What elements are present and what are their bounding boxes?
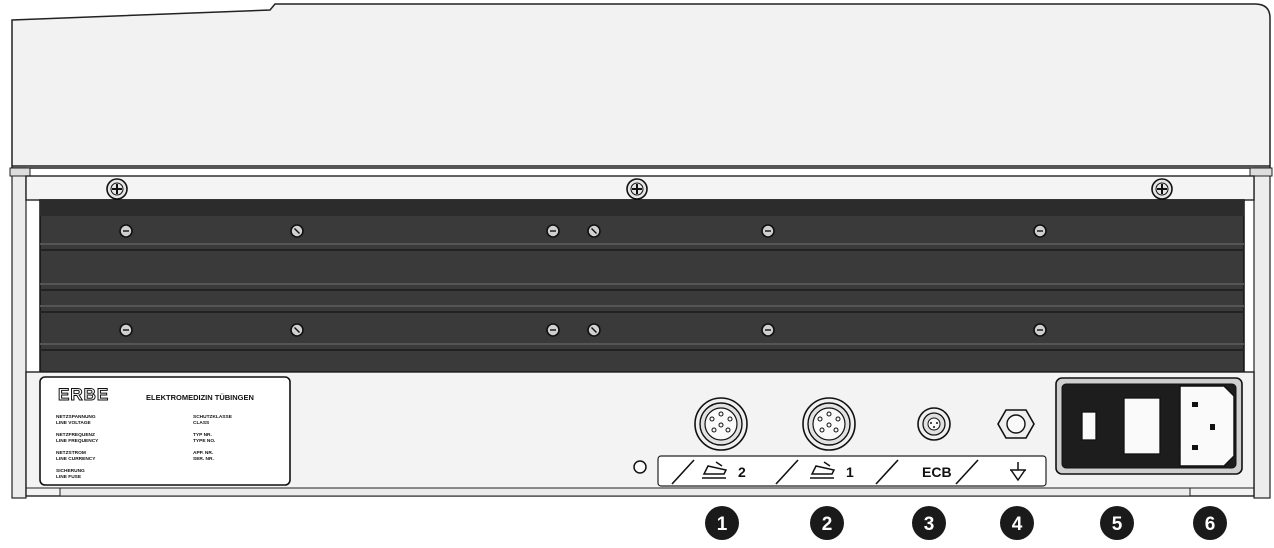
bolt-icon [1033, 323, 1047, 337]
label-line-frequency-de: NETZFREQUENZ [56, 432, 95, 438]
bolt-icon [119, 224, 133, 238]
label-serial-en: SER. NR. [193, 456, 214, 462]
phillips-screw-icon [1151, 178, 1173, 200]
bolt-icon [290, 323, 304, 337]
footswitch-1-socket[interactable] [802, 397, 856, 451]
svg-text:4: 4 [1012, 514, 1023, 535]
ecb-label: ECB [922, 464, 952, 480]
label-type-en: TYPE NO. [193, 438, 215, 444]
top-housing [11, 3, 1271, 169]
indicator-lamp [633, 460, 647, 474]
footswitch-1-label: 1 [846, 464, 854, 480]
phillips-screw-icon [106, 178, 128, 200]
bolt-icon [587, 224, 601, 238]
equipotential-terminal[interactable] [997, 409, 1035, 439]
svg-text:6: 6 [1205, 514, 1216, 535]
label-type-de: TYP NR. [193, 432, 212, 438]
power-inlet-module [1055, 377, 1243, 475]
phillips-screw-icon [626, 178, 648, 200]
callout-2: 2 [810, 506, 844, 540]
upper-rail [25, 175, 1255, 201]
callout-markers: 1 2 3 4 5 6 [705, 506, 1227, 540]
label-class-de: SCHUTZKLASSE [193, 414, 233, 420]
label-serial-de: APP. NR. [193, 450, 213, 456]
svg-text:2: 2 [822, 514, 833, 535]
label-line-current-de: NETZSTROM [56, 450, 86, 456]
nameplate: ERBE ELEKTROMEDIZIN TÜBINGEN NETZSPANNUN… [39, 376, 291, 486]
iec-power-socket[interactable] [1179, 385, 1235, 467]
footswitch-2-socket[interactable] [694, 397, 748, 451]
callout-6: 6 [1193, 506, 1227, 540]
device-rear-panel-diagram: ERBE ELEKTROMEDIZIN TÜBINGEN NETZSPANNUN… [0, 0, 1274, 543]
bolt-icon [761, 224, 775, 238]
svg-text:1: 1 [717, 514, 728, 535]
callout-1: 1 [705, 506, 739, 540]
company-name: ELEKTROMEDIZIN TÜBINGEN [146, 393, 254, 402]
callout-5: 5 [1100, 506, 1134, 540]
fuse-holder[interactable] [1081, 411, 1097, 441]
label-line-current-en: LINE CURRENCY [56, 456, 96, 462]
bolt-icon [119, 323, 133, 337]
power-switch[interactable] [1123, 397, 1161, 455]
label-line-voltage-de: NETZSPANNUNG [56, 414, 96, 420]
bolt-icon [546, 323, 560, 337]
callout-3: 3 [912, 506, 946, 540]
callout-4: 4 [1000, 506, 1034, 540]
ecb-socket[interactable] [917, 407, 951, 441]
label-line-frequency-en: LINE FREQUENCY [56, 438, 99, 444]
bolt-icon [1033, 224, 1047, 238]
bolt-icon [546, 224, 560, 238]
label-line-fuse-de: SICHERUNG [56, 468, 85, 474]
footswitch-2-label: 2 [738, 464, 746, 480]
bolt-icon [587, 323, 601, 337]
svg-text:5: 5 [1112, 514, 1123, 535]
erbe-logo: ERBE [58, 385, 109, 404]
label-line-fuse-en: LINE FUSE [56, 474, 82, 480]
bolt-icon [290, 224, 304, 238]
label-line-voltage-en: LINE VOLTAGE [56, 420, 92, 426]
label-class-en: CLASS [193, 420, 210, 426]
svg-text:3: 3 [924, 514, 935, 535]
diagram-canvas: ERBE ELEKTROMEDIZIN TÜBINGEN NETZSPANNUN… [9, 3, 1273, 540]
bolt-icon [761, 323, 775, 337]
heatsink [39, 199, 1245, 373]
port-label-strip: 2 1 ECB [657, 455, 1047, 487]
